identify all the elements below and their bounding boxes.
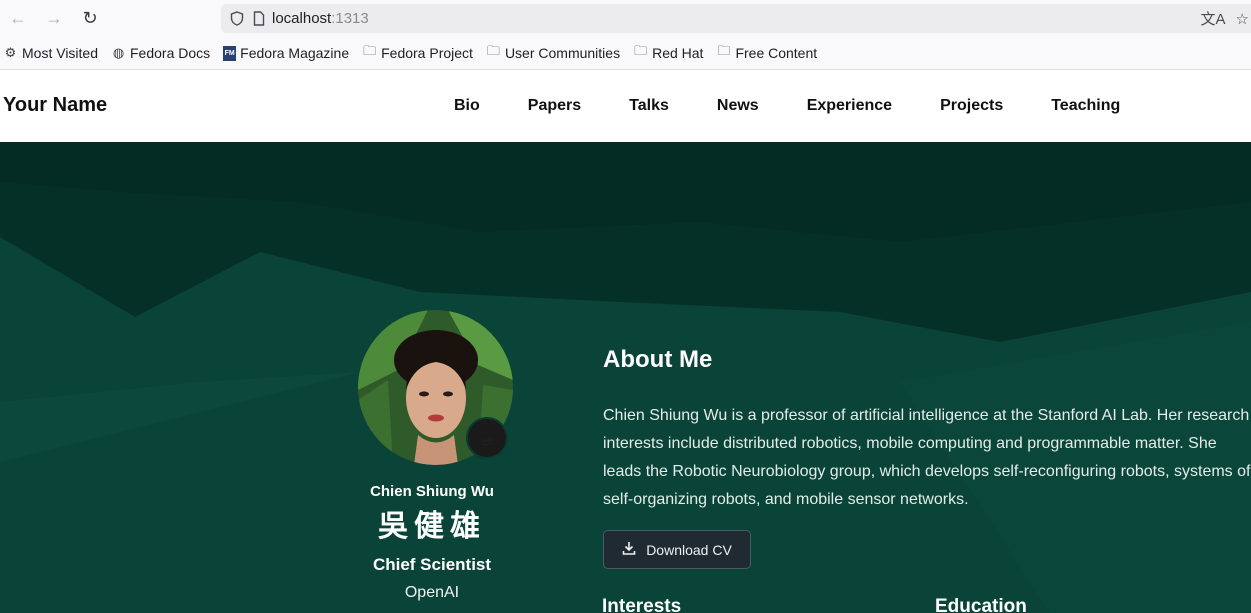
interests-heading: Interests	[602, 596, 682, 613]
bookmark-free-content[interactable]: 🗀 Free Content	[716, 42, 817, 64]
profile-card: Chien Shiung Wu 吳健雄 Chief Scientist Open…	[332, 483, 532, 602]
fedora-magazine-icon: FM	[223, 45, 237, 61]
reload-button[interactable]: ↻	[72, 0, 108, 37]
bookmark-label: Red Hat	[652, 45, 704, 61]
bookmark-fedora-project[interactable]: 🗀 Fedora Project	[362, 42, 473, 64]
nav-papers[interactable]: Papers	[528, 97, 581, 115]
profile-organization[interactable]: OpenAI	[332, 584, 532, 602]
arrow-right-icon: →	[45, 8, 63, 28]
bookmark-most-visited[interactable]: ⚙ Most Visited	[3, 45, 98, 61]
hero-section: ☕ Chien Shiung Wu 吳健雄 Chief Scientist Op…	[0, 142, 1251, 613]
bookmarks-bar: ⚙ Most Visited ◍ Fedora Docs FM Fedora Maga…	[0, 37, 1251, 70]
shield-icon[interactable]	[226, 4, 248, 33]
bookmark-label: Fedora Magazine	[240, 45, 350, 61]
about-body: Chien Shiung Wu is a professor of artifi…	[603, 407, 1251, 508]
nav-experience[interactable]: Experience	[807, 97, 892, 115]
download-icon	[622, 541, 636, 558]
translate-icon[interactable]: 文A	[1201, 8, 1226, 29]
profile-avatar: ☕	[358, 310, 513, 465]
download-cv-button[interactable]: Download CV	[603, 530, 751, 569]
nav-talks[interactable]: Talks	[629, 97, 669, 115]
profile-name: Chien Shiung Wu	[370, 483, 494, 500]
bookmark-label: Most Visited	[22, 45, 98, 61]
bookmark-label: User Communities	[504, 45, 621, 61]
main-nav: Bio Papers Talks News Experience Project…	[454, 97, 1168, 115]
nav-news[interactable]: News	[717, 97, 759, 115]
forward-button[interactable]: →	[36, 0, 72, 37]
reload-icon: ↻	[82, 8, 98, 28]
bookmark-label: Fedora Docs	[130, 45, 211, 61]
url-text[interactable]: localhost:1313	[272, 10, 369, 27]
nav-projects[interactable]: Projects	[940, 97, 1003, 115]
download-cv-label: Download CV	[646, 541, 732, 558]
site-header: Your Name Bio Papers Talks News Experien…	[0, 70, 1251, 142]
address-bar[interactable]: localhost:1313 文A ☆	[221, 4, 1251, 33]
profile-name-cjk: 吳健雄	[378, 509, 486, 544]
bookmark-user-communities[interactable]: 🗀 User Communities	[486, 42, 620, 64]
education-heading: Education	[935, 596, 1027, 613]
gear-icon: ⚙	[4, 45, 17, 60]
bookmark-label: Free Content	[735, 45, 818, 61]
bookmark-star-icon[interactable]: ☆	[1236, 10, 1249, 28]
globe-icon: ◍	[112, 45, 125, 60]
profile-role: Chief Scientist	[372, 555, 492, 574]
about-heading: About Me	[603, 346, 713, 373]
coffee-icon: ☕	[478, 427, 496, 450]
about-section: About Me Chien Shiung Wu is a professor …	[603, 346, 1251, 514]
bookmark-red-hat[interactable]: 🗀 Red Hat	[633, 42, 703, 64]
url-port: :1313	[331, 10, 369, 27]
folder-icon: 🗀	[486, 43, 500, 58]
bookmark-fedora-magazine[interactable]: FM Fedora Magazine	[223, 45, 349, 61]
url-host: localhost	[272, 10, 332, 27]
browser-toolbar: ← → ↻ localhost:1313 文A ☆	[0, 0, 1251, 37]
bookmark-fedora-docs[interactable]: ◍ Fedora Docs	[111, 45, 210, 61]
arrow-left-icon: ←	[9, 8, 27, 28]
back-button[interactable]: ←	[0, 0, 36, 37]
status-emoji-badge: ☕	[466, 417, 508, 459]
bookmark-label: Fedora Project	[381, 45, 473, 61]
folder-icon: 🗀	[717, 43, 731, 58]
nav-teaching[interactable]: Teaching	[1051, 97, 1120, 115]
page-icon[interactable]	[248, 4, 270, 33]
nav-bio[interactable]: Bio	[454, 97, 480, 115]
site-brand[interactable]: Your Name	[3, 94, 107, 117]
folder-icon: 🗀	[363, 43, 377, 58]
folder-icon: 🗀	[634, 43, 648, 58]
